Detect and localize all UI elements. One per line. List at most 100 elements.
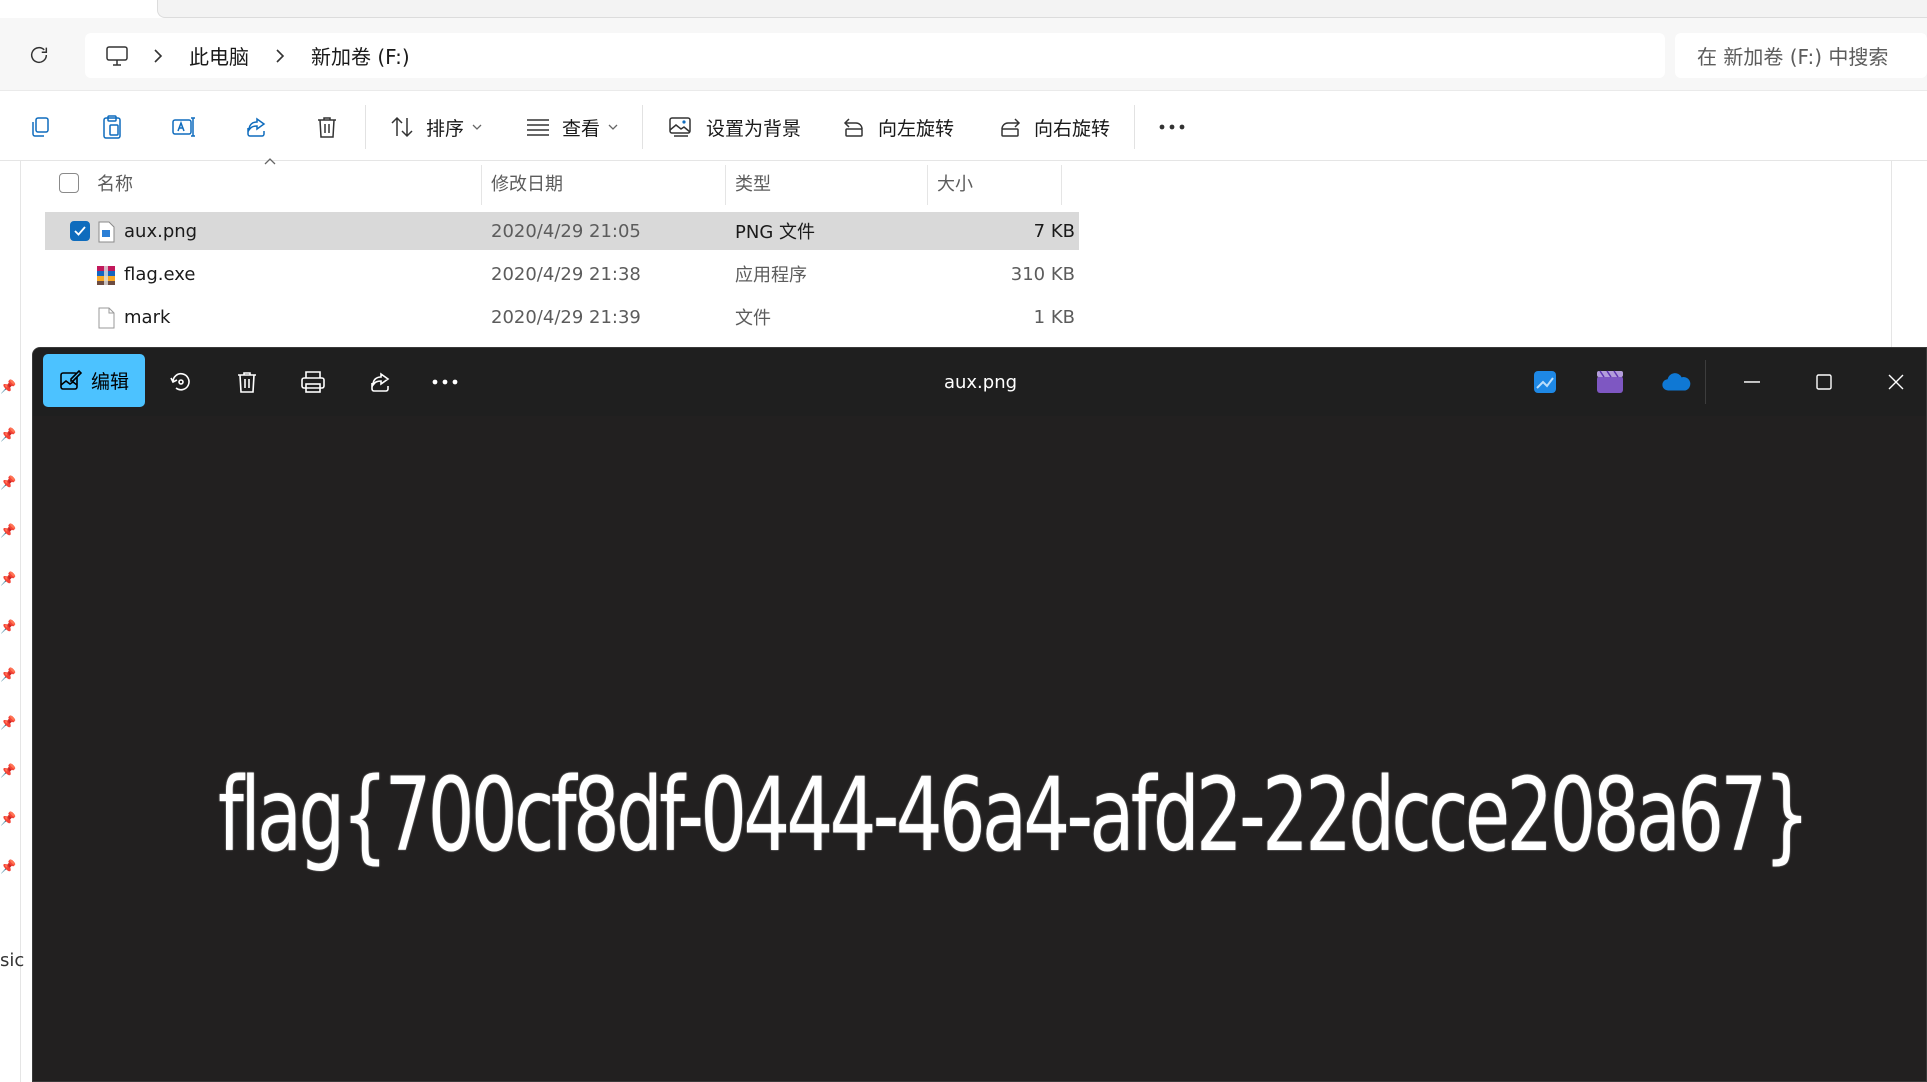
pin-icon[interactable]: 📌 — [0, 428, 16, 443]
file-name: flag.exe — [124, 263, 196, 285]
select-all-checkbox[interactable] — [59, 161, 79, 205]
checkmark-icon — [74, 226, 86, 236]
column-header-row: 名称 修改日期 类型 大小 — [21, 158, 1062, 205]
delete-button[interactable] — [233, 368, 261, 396]
print-button[interactable] — [299, 368, 327, 396]
title-bar-divider — [1705, 360, 1706, 404]
pin-icon[interactable]: 📌 — [0, 716, 16, 731]
computer-icon[interactable] — [105, 45, 129, 67]
sort-ascending-caret-icon — [264, 158, 276, 165]
pin-icon[interactable]: 📌 — [0, 572, 16, 587]
image-display-area[interactable]: flag{700cf8df-0444-46a4-afd2-22dcce208a6… — [33, 416, 1926, 1081]
rotate-right-label: 向右旋转 — [1034, 117, 1111, 140]
rotate-icon — [170, 372, 190, 391]
breadcrumb-chevron-icon[interactable] — [153, 48, 163, 63]
more-options-button[interactable] — [431, 368, 459, 396]
share-button[interactable] — [242, 113, 270, 141]
column-type[interactable]: 类型 — [735, 161, 771, 205]
rotate-left-label: 向左旋转 — [878, 117, 955, 140]
sort-icon — [391, 116, 413, 138]
more-horizontal-icon — [1159, 124, 1185, 130]
set-as-background-label: 设置为背景 — [706, 117, 802, 140]
file-row-aux-png[interactable]: aux.png 2020/4/29 21:05 PNG 文件 7 KB — [45, 212, 1079, 250]
file-row-flag-exe[interactable]: flag.exe 2020/4/29 21:38 应用程序 310 KB — [45, 255, 1079, 293]
column-name[interactable]: 名称 — [97, 161, 133, 205]
clipchamp-app-button[interactable] — [1595, 368, 1625, 396]
pin-icon[interactable]: 📌 — [0, 764, 16, 779]
chevron-down-icon — [472, 124, 482, 130]
pin-icon[interactable]: 📌 — [0, 380, 16, 395]
desktop-background-icon — [669, 117, 691, 137]
viewer-title-bar: 编辑 aux.png — [33, 348, 1926, 416]
file-modified: 2020/4/29 21:38 — [491, 263, 641, 285]
address-row: 此电脑 新加卷 (F:) 在 新加卷 (F:) 中搜索 — [0, 18, 1927, 90]
photo-editor-icon — [1534, 371, 1556, 393]
pin-icon[interactable]: 📌 — [0, 668, 16, 683]
row-checkbox[interactable] — [70, 212, 90, 250]
chevron-down-icon — [608, 124, 618, 130]
view-label: 查看 — [562, 117, 601, 140]
address-bar[interactable]: 此电脑 新加卷 (F:) — [85, 33, 1665, 78]
pin-icon[interactable]: 📌 — [0, 620, 16, 635]
trash-icon — [238, 372, 256, 393]
column-divider[interactable] — [927, 165, 928, 205]
file-row-mark[interactable]: mark 2020/4/29 21:39 文件 1 KB — [45, 298, 1079, 336]
printer-icon — [301, 371, 325, 393]
rotate-left-button[interactable]: 向左旋转 — [842, 109, 954, 145]
pin-icon[interactable]: 📌 — [0, 860, 16, 875]
rename-button[interactable] — [170, 113, 198, 141]
file-size: 1 KB — [1033, 306, 1075, 328]
pin-icon[interactable]: 📌 — [0, 812, 16, 827]
paste-button[interactable] — [98, 113, 126, 141]
share-button[interactable] — [366, 368, 394, 396]
minimize-icon — [1744, 381, 1760, 383]
delete-button[interactable] — [313, 113, 341, 141]
photo-editor-app-button[interactable] — [1530, 368, 1560, 396]
rotate-button[interactable] — [167, 368, 195, 396]
rename-icon — [172, 117, 195, 137]
copy-button[interactable] — [26, 113, 54, 141]
more-options-button[interactable] — [1158, 113, 1186, 141]
file-modified: 2020/4/29 21:39 — [491, 306, 641, 328]
file-type: 文件 — [735, 308, 771, 329]
set-as-background-button[interactable]: 设置为背景 — [668, 109, 801, 145]
photos-viewer-window: 编辑 aux.png flag{700cf8df-0444-46a4-afd2-… — [32, 347, 1927, 1082]
close-button[interactable] — [1866, 356, 1926, 408]
trash-icon — [318, 117, 336, 138]
generic-file-icon — [98, 307, 115, 329]
edit-image-icon — [60, 369, 83, 390]
column-divider[interactable] — [725, 165, 726, 205]
edit-label: 编辑 — [90, 371, 129, 393]
share-icon — [371, 372, 390, 392]
file-type: 应用程序 — [735, 265, 807, 286]
file-size: 310 KB — [1010, 263, 1075, 285]
rotate-right-button[interactable]: 向右旋转 — [998, 109, 1110, 145]
breadcrumb-chevron-icon[interactable] — [275, 48, 285, 63]
column-divider[interactable] — [1061, 165, 1062, 205]
refresh-button[interactable] — [24, 40, 54, 70]
view-button[interactable]: 查看 — [526, 109, 618, 145]
image-flag-text: flag{700cf8df-0444-46a4-afd2-22dcce208a6… — [218, 756, 1810, 875]
file-modified: 2020/4/29 21:05 — [491, 220, 641, 242]
search-input[interactable]: 在 新加卷 (F:) 中搜索 — [1675, 33, 1927, 78]
command-separator — [1134, 105, 1135, 149]
onedrive-button[interactable] — [1661, 368, 1691, 396]
column-modified[interactable]: 修改日期 — [491, 161, 563, 205]
column-size[interactable]: 大小 — [937, 161, 973, 205]
pin-icon[interactable]: 📌 — [0, 476, 16, 491]
sort-label: 排序 — [426, 117, 465, 140]
sort-button[interactable]: 排序 — [390, 109, 482, 145]
column-divider[interactable] — [481, 165, 482, 205]
pin-icon[interactable]: 📌 — [0, 524, 16, 539]
nav-item-fragment[interactable]: sic — [0, 950, 24, 971]
maximize-button[interactable] — [1794, 356, 1854, 408]
breadcrumb-this-pc[interactable]: 此电脑 — [189, 41, 249, 70]
edit-button[interactable]: 编辑 — [43, 354, 145, 407]
minimize-button[interactable] — [1722, 356, 1782, 408]
file-type: PNG 文件 — [735, 222, 815, 243]
rotate-right-icon — [1001, 118, 1021, 137]
command-separator — [365, 105, 366, 149]
breadcrumb-volume-f[interactable]: 新加卷 (F:) — [311, 41, 410, 70]
file-name: mark — [124, 306, 171, 328]
command-separator — [642, 105, 643, 149]
